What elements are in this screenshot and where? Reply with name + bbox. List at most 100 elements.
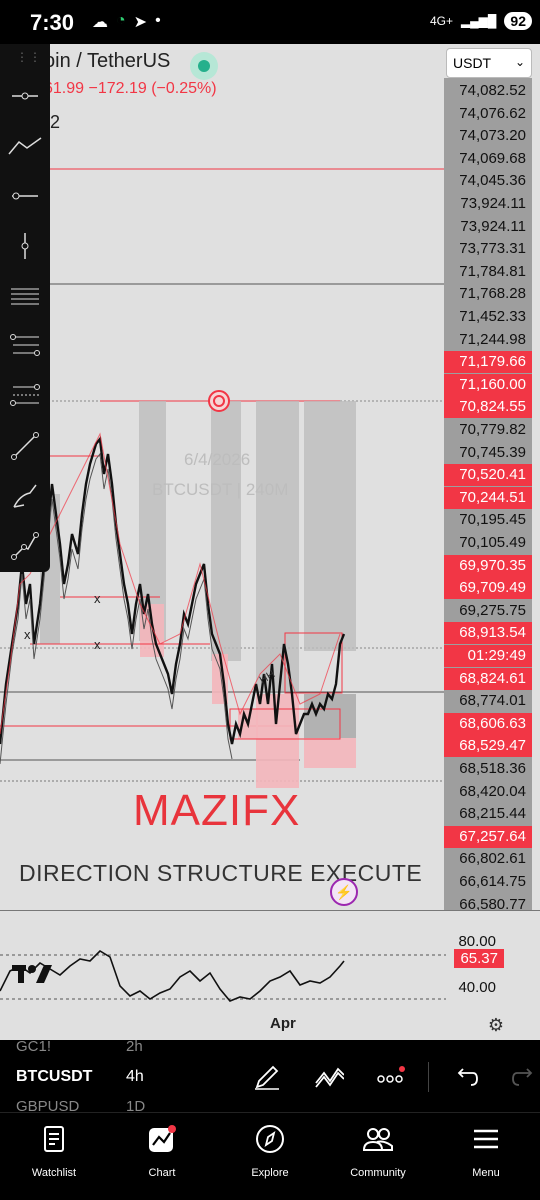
price-axis-label: 71,784.81 [459,262,526,280]
drawing-toolbar: ⋮⋮ [0,44,50,572]
brand-text: MAZIFX [133,786,301,835]
nav-watchlist[interactable]: Watchlist [0,1121,108,1191]
status-time: 7:30 [30,10,75,35]
symbol-selector[interactable]: BTCUSDT [16,1068,92,1086]
cloud-icon: ☁ [92,14,108,31]
svg-text:x: x [94,637,101,652]
price-axis-label: 68,215.44 [459,805,526,823]
nav-chart[interactable]: Chart [108,1121,216,1191]
indicators-icon[interactable] [314,1062,344,1092]
dot-icon: • [155,12,161,29]
nav-label: Community [350,1167,406,1179]
price-axis-label: 71,179.66 [444,351,532,374]
price-axis-label: 68,420.04 [459,782,526,800]
lightning-icon[interactable]: ⚡ [330,878,358,906]
price-axis-label: 68,913.54 [444,622,532,645]
price-axis[interactable]: 74,082.52 74,076.62 74,073.20 74,069.68 74,0… [444,78,532,950]
symbol-watermark: BTCUSDT | 240M [152,480,289,499]
price-axis-label: 69,709.49 [444,577,532,600]
horizontal-ray-tool-icon[interactable] [5,76,45,116]
price-axis-label: 70,105.49 [459,534,526,551]
rsi-upper-label: 80.00 [458,933,496,950]
vertical-line-tool-icon[interactable] [5,226,45,266]
pencil-icon[interactable] [252,1062,282,1092]
fib-extension-tool-icon[interactable] [5,376,45,416]
nav-label: Watchlist [31,1167,77,1179]
rsi-panel[interactable]: 80.00 65.37 40.00 Apr ⚙ [0,910,540,1040]
compass-icon [216,1121,324,1157]
chart-icon [108,1121,216,1157]
price-axis-label: 73,773.31 [459,240,526,258]
sync-icon: ◔ [116,12,126,29]
price-axis-label: 70,195.45 [459,511,526,529]
date-watermark: 6/4/2026 [184,450,251,469]
price-axis-label: 66,802.61 [459,850,526,868]
nav-label: Menu [472,1167,500,1179]
market-status-icon[interactable] [190,52,218,80]
price-chart[interactable]: x x x HH [0,44,446,910]
price-axis-label: 68,774.01 [459,692,526,710]
price-axis-label: 74,076.62 [459,104,526,122]
price-axis-label: 68,606.63 [444,712,532,735]
nav-community[interactable]: Community [324,1121,432,1191]
status-bar: 7:30 ☁ ◔ ➤ • 4G+ ▂▄▆█ 92 [0,0,540,44]
price-change: 61.99 −172.19 (−0.25%) [44,80,217,97]
next-symbol[interactable]: GBPUSD [16,1098,79,1112]
divider [428,1062,429,1092]
price-axis-label: 74,045.36 [459,172,526,190]
currency-select-value: USDT [453,55,492,71]
trend-line-tool-icon[interactable] [5,126,45,166]
nav-label: Explore [251,1167,289,1179]
next-interval[interactable]: 1D [126,1098,145,1112]
price-axis-label: 70,779.82 [459,421,526,438]
brush-tool-icon[interactable] [5,476,45,516]
price-axis-label: 71,768.28 [459,285,526,303]
network-type: 4G+ [429,14,453,28]
drag-handle-icon[interactable]: ⋮⋮ [16,50,42,64]
line-segment-tool-icon[interactable] [5,426,45,466]
price-axis-label: 71,452.33 [459,308,526,325]
tagline-text: DIRECTION STRUCTURE EXECUTE [19,860,423,886]
settings-icon[interactable]: ⚙ [488,1015,504,1036]
watchlist-icon [0,1121,108,1157]
nav-label: Chart [148,1167,176,1179]
price-axis-label: 69,970.35 [444,554,532,577]
parallel-channel-tool-icon[interactable] [5,276,45,316]
status-notification-icons: ☁ ◔ ➤ • [92,12,161,32]
prev-symbol[interactable]: GC1! [16,1040,51,1055]
chart-area[interactable]: x x x HH 6/4/2026 BTCUSDT | 240M MAZIFX … [0,44,540,1040]
price-axis-label: 66,614.75 [459,873,526,890]
nav-menu[interactable]: Menu [432,1121,540,1191]
fib-retracement-tool-icon[interactable] [5,326,45,366]
tradingview-logo [8,961,56,989]
price-axis-label: 74,082.52 [459,82,526,99]
menu-icon [432,1121,540,1157]
telegram-icon: ➤ [133,14,148,31]
price-axis-label: 70,520.41 [444,464,532,487]
people-icon [324,1121,432,1157]
symbol-bar: GC1! 2h BTCUSDT 4h GBPUSD 1D [0,1040,540,1112]
price-axis-label: 74,069.68 [459,149,526,167]
signal-icon: ▂▄▆█ [460,14,497,28]
time-axis-label: Apr [270,1015,296,1032]
pair-title[interactable]: oin / TetherUS [44,50,170,73]
undo-icon[interactable] [450,1062,480,1092]
status-system-icons: 4G+ ▂▄▆█ 92 [430,12,532,30]
path-tool-icon[interactable] [5,526,45,566]
price-axis-label: 70,745.39 [459,443,526,461]
nav-explore[interactable]: Explore [216,1121,324,1191]
interval-selector[interactable]: 4h [126,1068,144,1086]
ray-tool-icon[interactable] [5,176,45,216]
more-icon[interactable] [376,1062,406,1092]
bottom-nav: Watchlist Chart Explore Community Menu [0,1112,540,1200]
price-axis-label: 01:29:49 [444,645,532,667]
price-axis-label: 68,518.36 [459,760,526,777]
currency-select[interactable]: USDT ⌄ [446,48,532,78]
rsi-current-badge: 65.37 [454,949,504,968]
redo-icon[interactable] [510,1062,540,1092]
chevron-down-icon: ⌄ [514,55,525,69]
prev-interval[interactable]: 2h [126,1040,143,1055]
price-axis-label: 69,275.75 [459,601,526,619]
price-axis-label: 68,824.61 [444,667,532,690]
indicator-count: 2 [50,112,61,132]
